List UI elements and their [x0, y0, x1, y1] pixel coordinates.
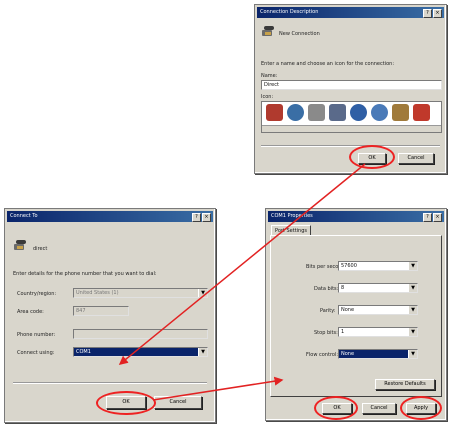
chevron-down-icon: ▼ [408, 262, 417, 270]
briefcase-icon[interactable] [392, 104, 409, 121]
chevron-down-icon: ▼ [408, 350, 417, 358]
flow-control-value: None [341, 351, 355, 357]
port-settings-panel [270, 235, 442, 397]
chevron-down-icon: ▼ [198, 289, 207, 297]
area-code-label: Area code: [17, 309, 44, 315]
title-bar: Connect To ? × [7, 211, 213, 222]
instruction-text: Enter details for the phone number that … [13, 271, 157, 277]
globe-icon[interactable] [371, 104, 388, 121]
tool-icon[interactable] [413, 104, 430, 121]
close-button[interactable]: × [202, 213, 211, 222]
country-value: United States (1) [76, 290, 119, 296]
help-button[interactable]: ? [192, 213, 201, 222]
connection-description-dialog: Connection Description ? × New Connectio… [254, 4, 447, 174]
ok-button[interactable]: OK [358, 153, 386, 164]
area-code-input[interactable]: 847 [73, 306, 129, 316]
close-button[interactable]: × [433, 213, 442, 222]
phone-number-input[interactable] [73, 329, 208, 339]
stop-bits-label: Stop bits: [314, 330, 338, 336]
bits-per-second-value: 57600 [341, 263, 357, 269]
parity-select[interactable]: None ▼ [338, 305, 418, 315]
dialog-heading: New Connection [279, 31, 320, 37]
dialog-title: Connect To [10, 213, 38, 219]
phone-icon[interactable] [308, 104, 325, 121]
connect-to-dialog: Connect To ? × direct Enter details for … [4, 208, 216, 423]
separator [13, 382, 207, 384]
tab-port-settings[interactable]: Port Settings [271, 225, 311, 235]
connect-using-label: Connect using: [17, 350, 55, 356]
apply-button[interactable]: Apply [406, 403, 436, 414]
name-label: Name: [261, 73, 278, 79]
globe-icon[interactable] [287, 104, 304, 121]
cancel-button[interactable]: Cancel [398, 153, 434, 164]
stop-bits-value: 1 [341, 329, 345, 335]
com-properties-dialog: COM1 Properties ? × Port Settings Bits p… [265, 208, 447, 421]
chevron-down-icon: ▼ [198, 348, 207, 356]
help-button[interactable]: ? [423, 213, 432, 222]
name-input[interactable]: Direct [261, 80, 442, 90]
stop-bits-select[interactable]: 1 ▼ [338, 327, 418, 337]
ok-button[interactable]: OK [322, 403, 352, 414]
data-bits-label: Data bits: [314, 286, 339, 292]
horizontal-scrollbar[interactable] [262, 125, 441, 132]
icon-label: Icon: [261, 94, 274, 100]
dialog-title: COM1 Properties [271, 213, 313, 219]
icon-picker[interactable] [261, 101, 442, 133]
computer-icon[interactable] [329, 104, 346, 121]
country-select[interactable]: United States (1) ▼ [73, 288, 208, 298]
data-bits-select[interactable]: 8 ▼ [338, 283, 418, 293]
parity-label: Parity: [320, 308, 336, 314]
close-button[interactable]: × [433, 9, 442, 18]
parity-value: None [341, 307, 355, 313]
phone-icon [14, 240, 26, 250]
country-label: Country/region: [17, 291, 57, 297]
globe-icon[interactable] [350, 104, 367, 121]
separator [261, 145, 440, 147]
flow-control-select[interactable]: None ▼ [338, 349, 418, 359]
bits-per-second-select[interactable]: 57600 ▼ [338, 261, 418, 271]
title-bar: COM1 Properties ? × [268, 211, 444, 222]
help-button[interactable]: ? [423, 9, 432, 18]
phone-icon [262, 26, 274, 36]
cancel-button[interactable]: Cancel [362, 403, 396, 414]
connect-using-value: COM1 [76, 349, 91, 355]
cancel-button[interactable]: Cancel [154, 396, 202, 409]
connection-name: direct [33, 246, 48, 252]
instruction-text: Enter a name and choose an icon for the … [261, 61, 395, 67]
ok-button[interactable]: OK [106, 396, 146, 409]
flow-control-label: Flow control: [306, 352, 339, 358]
connect-using-select[interactable]: COM1 ▼ [73, 347, 208, 357]
chevron-down-icon: ▼ [408, 306, 417, 314]
data-bits-value: 8 [341, 285, 345, 291]
dialog-title: Connection Description [260, 9, 319, 15]
chevron-down-icon: ▼ [408, 328, 417, 336]
star-icon[interactable] [266, 104, 283, 121]
restore-defaults-button[interactable]: Restore Defaults [375, 379, 435, 390]
title-bar: Connection Description ? × [257, 7, 444, 18]
phone-number-label: Phone number: [17, 332, 56, 338]
chevron-down-icon: ▼ [408, 284, 417, 292]
